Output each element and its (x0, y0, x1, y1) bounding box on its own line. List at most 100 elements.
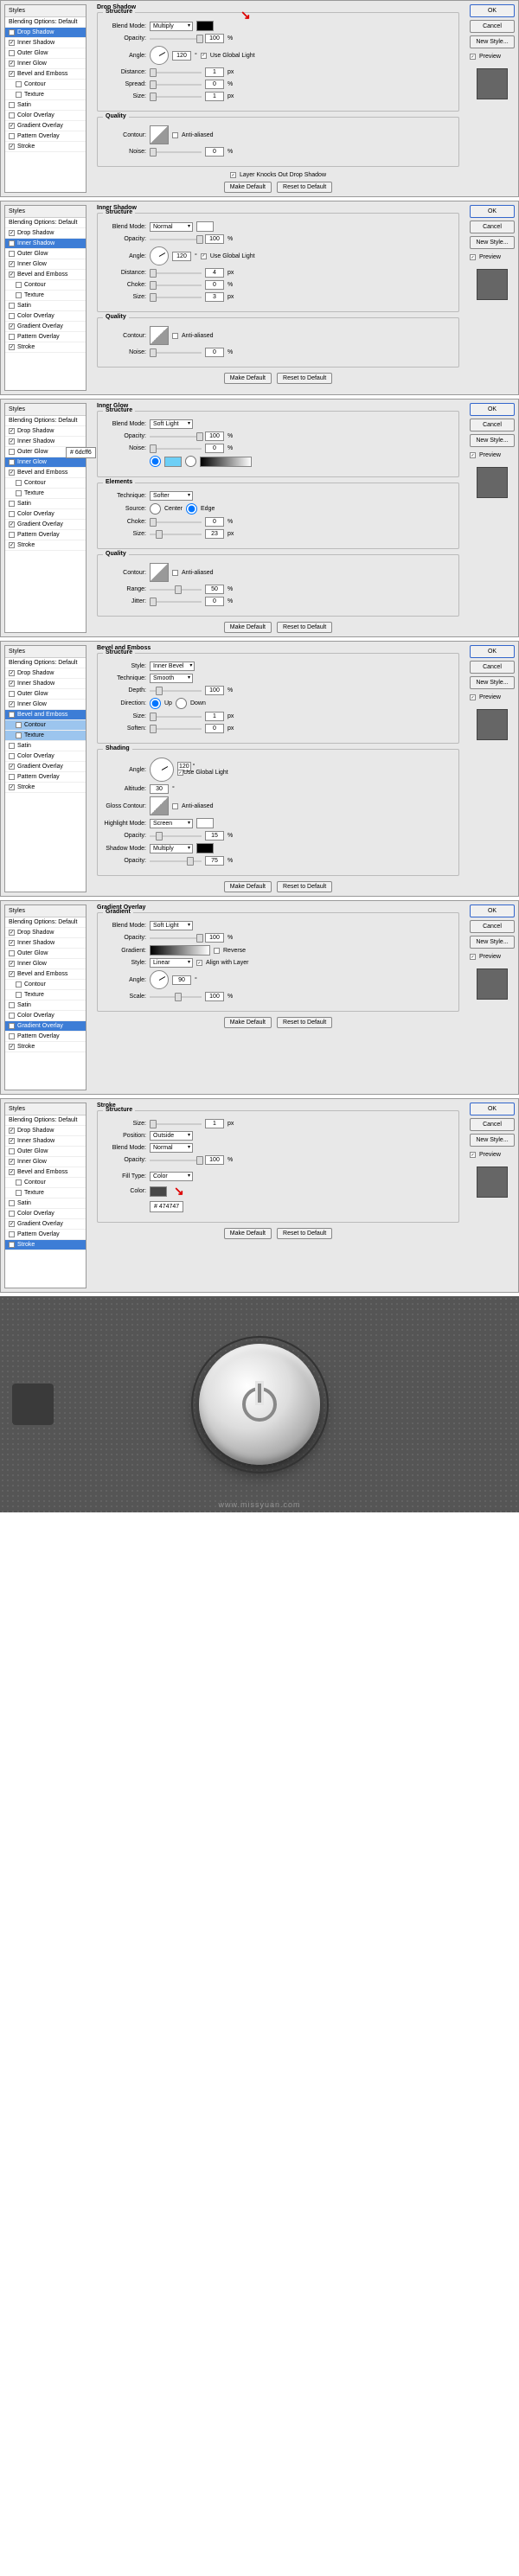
opacity-input[interactable]: 100 (205, 34, 224, 43)
checkbox-icon[interactable] (16, 92, 22, 98)
global-light-checkbox[interactable]: ✓ (201, 53, 207, 59)
sidebar-blending-options[interactable]: Blending Options: Default (5, 416, 86, 426)
checkbox-icon[interactable]: ✓ (9, 71, 15, 77)
opacity-slider[interactable] (150, 239, 202, 240)
sidebar-item-gradient-overlay[interactable]: ✓Gradient Overlay (5, 1021, 86, 1032)
contour-picker[interactable] (150, 326, 169, 345)
sidebar-item-stroke[interactable]: ✓Stroke (5, 342, 86, 353)
gradient-style-dropdown[interactable]: Linear (150, 958, 193, 968)
checkbox-icon[interactable] (16, 81, 22, 87)
spread-slider[interactable] (150, 84, 202, 86)
sidebar-blending-options[interactable]: Blending Options: Default (5, 658, 86, 668)
sidebar-item-pattern-overlay[interactable]: Pattern Overlay (5, 332, 86, 342)
sidebar-item-texture[interactable]: Texture (5, 731, 86, 741)
sidebar-item-contour[interactable]: Contour (5, 720, 86, 731)
ok-button[interactable]: OK (470, 4, 515, 17)
shadow-color-swatch[interactable] (196, 843, 214, 853)
reset-button[interactable]: Reset to Default (277, 622, 332, 633)
size-slider[interactable] (150, 297, 202, 298)
sidebar-item-stroke[interactable]: ✓Stroke (5, 1042, 86, 1052)
sidebar-item-stroke[interactable]: ✓Stroke (5, 142, 86, 152)
position-dropdown[interactable]: Outside (150, 1131, 193, 1141)
angle-dial[interactable] (150, 246, 169, 265)
sidebar-item-inner-glow[interactable]: ✓Inner Glow (5, 259, 86, 270)
ok-button[interactable]: OK (470, 1103, 515, 1115)
opacity-slider[interactable] (150, 38, 202, 40)
noise-slider[interactable] (150, 151, 202, 153)
sidebar-item-gradient-overlay[interactable]: ✓Gradient Overlay (5, 1219, 86, 1230)
contour-picker[interactable] (150, 125, 169, 144)
stroke-color-swatch[interactable] (150, 1186, 167, 1197)
sidebar-item-outer-glow[interactable]: Outer Glow (5, 48, 86, 59)
sidebar-item-satin[interactable]: Satin (5, 741, 86, 751)
ok-button[interactable]: OK (470, 205, 515, 218)
blend-mode-dropdown[interactable]: Normal (150, 1143, 193, 1153)
checkbox-icon[interactable]: ✓ (9, 123, 15, 129)
new-style-button[interactable]: New Style... (470, 434, 515, 447)
shadow-mode-dropdown[interactable]: Multiply (150, 844, 193, 853)
sidebar-item-pattern-overlay[interactable]: Pattern Overlay (5, 772, 86, 783)
noise-slider[interactable] (150, 448, 202, 450)
angle-dial[interactable] (150, 757, 174, 782)
sidebar-item-drop-shadow[interactable]: ✓Drop Shadow (5, 228, 86, 239)
ok-button[interactable]: OK (470, 645, 515, 658)
checkbox-icon[interactable]: ✓ (9, 29, 15, 35)
sidebar-item-satin[interactable]: Satin (5, 1000, 86, 1011)
sidebar-item-inner-glow[interactable]: ✓Inner Glow (5, 700, 86, 710)
new-style-button[interactable]: New Style... (470, 676, 515, 689)
make-default-button[interactable]: Make Default (224, 1017, 272, 1028)
technique-dropdown[interactable]: Smooth (150, 674, 193, 683)
sidebar-item-drop-shadow[interactable]: ✓Drop Shadow (5, 426, 86, 437)
cancel-button[interactable]: Cancel (470, 221, 515, 233)
sidebar-item-color-overlay[interactable]: Color Overlay (5, 311, 86, 322)
spread-input[interactable]: 0 (205, 80, 224, 89)
color-radio[interactable] (150, 456, 161, 467)
sidebar-item-pattern-overlay[interactable]: Pattern Overlay (5, 1230, 86, 1240)
sidebar-item-inner-glow[interactable]: ✓Inner Glow (5, 1157, 86, 1167)
sidebar-item-contour[interactable]: Contour (5, 280, 86, 291)
contour-picker[interactable] (150, 563, 169, 582)
filltype-dropdown[interactable]: Color (150, 1172, 193, 1181)
cancel-button[interactable]: Cancel (470, 1118, 515, 1131)
checkbox-icon[interactable] (9, 112, 15, 118)
sidebar-item-color-overlay[interactable]: Color Overlay (5, 1209, 86, 1219)
new-style-button[interactable]: New Style... (470, 236, 515, 249)
make-default-button[interactable]: Make Default (224, 182, 272, 193)
cancel-button[interactable]: Cancel (470, 661, 515, 674)
sidebar-item-stroke[interactable]: ✓Stroke (5, 783, 86, 793)
make-default-button[interactable]: Make Default (224, 622, 272, 633)
sidebar-item-gradient-overlay[interactable]: ✓Gradient Overlay (5, 322, 86, 332)
technique-dropdown[interactable]: Softer (150, 491, 193, 501)
sidebar-item-bevel-emboss[interactable]: ✓Bevel and Emboss (5, 270, 86, 280)
sidebar-item-drop-shadow[interactable]: ✓Drop Shadow (5, 668, 86, 679)
style-dropdown[interactable]: Inner Bevel (150, 662, 195, 671)
sidebar-item-outer-glow[interactable]: Outer Glow (5, 249, 86, 259)
cancel-button[interactable]: Cancel (470, 419, 515, 431)
angle-input[interactable]: 120 (172, 51, 191, 61)
sidebar-item-color-overlay[interactable]: Color Overlay (5, 111, 86, 121)
sidebar-item-color-overlay[interactable]: Color Overlay (5, 1011, 86, 1021)
sidebar-item-gradient-overlay[interactable]: ✓Gradient Overlay (5, 520, 86, 530)
checkbox-icon[interactable] (9, 133, 15, 139)
sidebar-item-bevel-emboss[interactable]: ✓Bevel and Emboss (5, 710, 86, 720)
sidebar-item-contour[interactable]: Contour (5, 980, 86, 990)
sidebar-item-contour[interactable]: Contour (5, 478, 86, 489)
sidebar-blending-options[interactable]: Blending Options: Default (5, 17, 86, 28)
sidebar-item-satin[interactable]: Satin (5, 499, 86, 509)
size-input[interactable]: 1 (205, 92, 224, 101)
blend-mode-dropdown[interactable]: Multiply (150, 22, 193, 31)
sidebar-item-stroke[interactable]: ✓Stroke (5, 1240, 86, 1250)
sidebar-item-outer-glow[interactable]: Outer Glow (5, 949, 86, 959)
checkbox-icon[interactable]: ✓ (9, 144, 15, 150)
sidebar-item-drop-shadow[interactable]: ✓Drop Shadow (5, 1126, 86, 1136)
sidebar-item-texture[interactable]: Texture (5, 291, 86, 301)
distance-slider[interactable] (150, 272, 202, 274)
make-default-button[interactable]: Make Default (224, 1228, 272, 1239)
sidebar-item-contour[interactable]: Contour (5, 1178, 86, 1188)
sidebar-item-satin[interactable]: Satin (5, 100, 86, 111)
sidebar-item-inner-shadow[interactable]: ✓Inner Shadow (5, 239, 86, 249)
noise-input[interactable]: 0 (205, 147, 224, 157)
sidebar-item-inner-shadow[interactable]: ✓Inner Shadow (5, 437, 86, 447)
sidebar-item-gradient-overlay[interactable]: ✓Gradient Overlay (5, 121, 86, 131)
reset-button[interactable]: Reset to Default (277, 881, 332, 892)
